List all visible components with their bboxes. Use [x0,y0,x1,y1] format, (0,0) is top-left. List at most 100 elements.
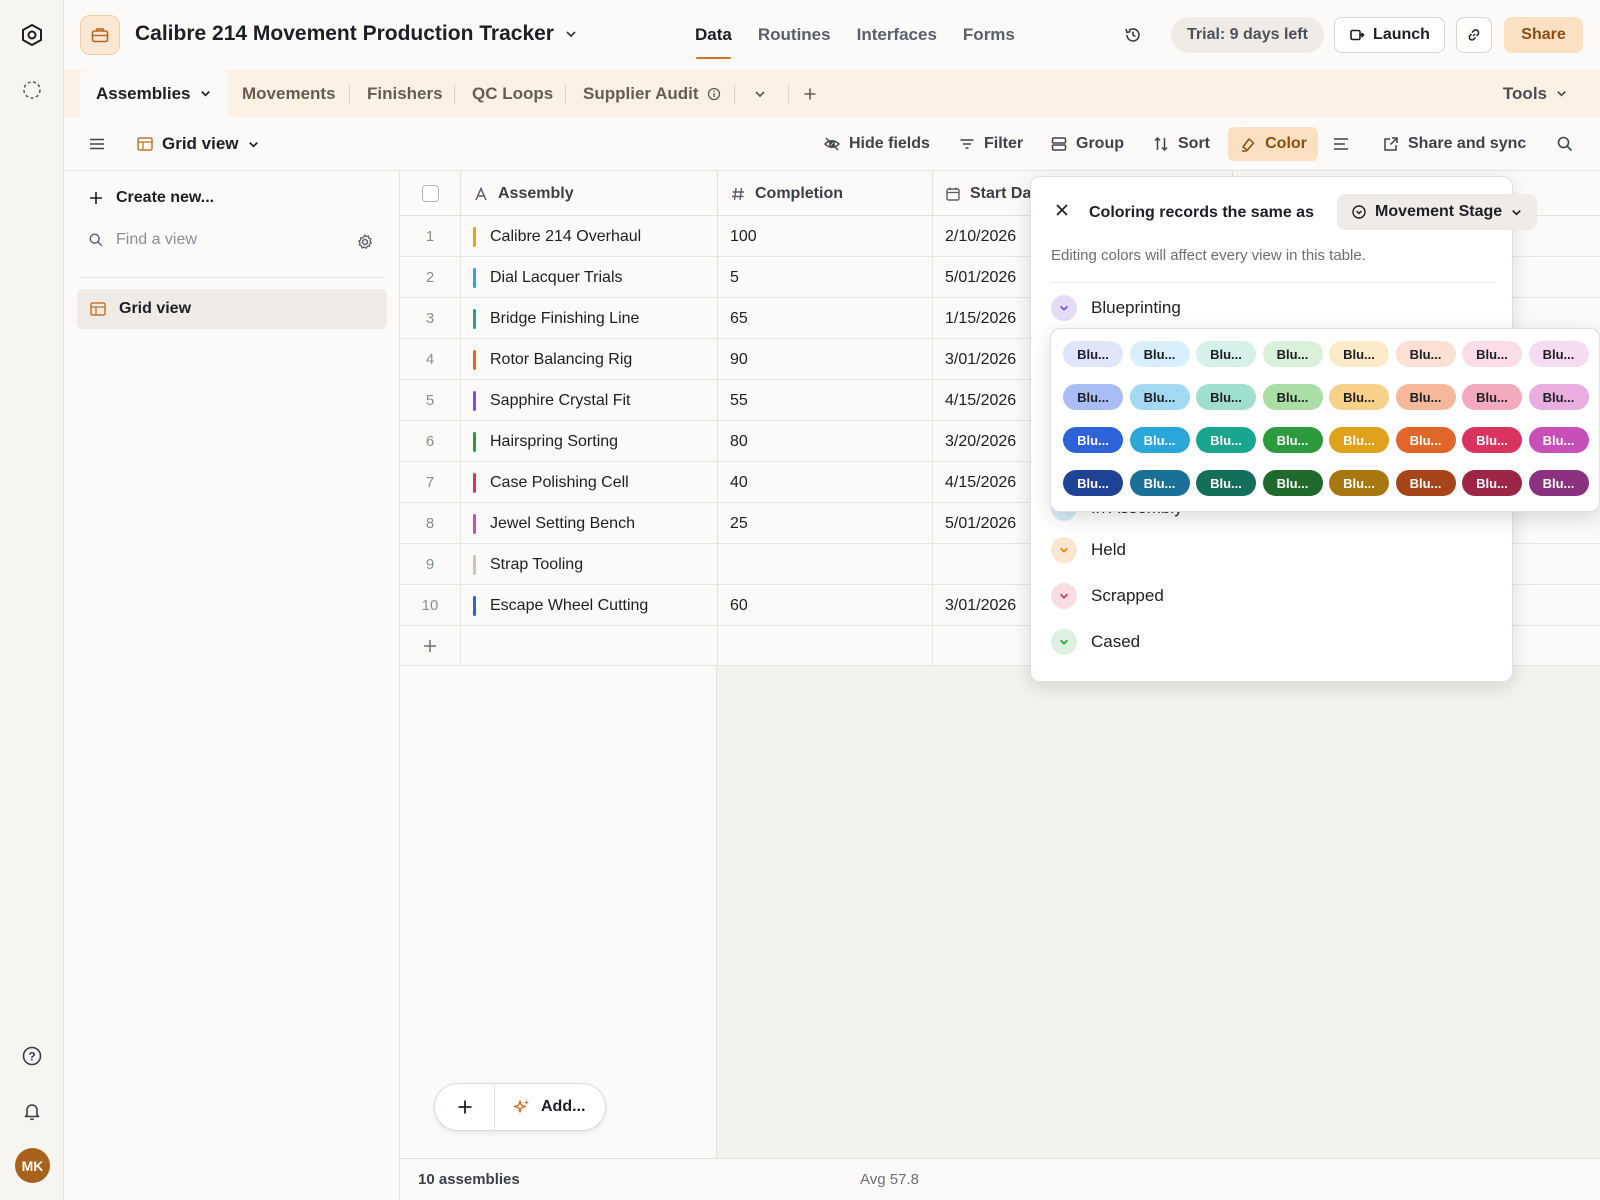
nav-tab-routines[interactable]: Routines [745,0,844,70]
color-chip[interactable]: Blu... [1129,384,1190,410]
select-all-checkbox[interactable] [400,171,461,216]
find-view-input[interactable]: Find a view [88,231,378,249]
color-swatch-chevron-icon[interactable] [1051,583,1077,609]
assembly-cell[interactable]: Rotor Balancing Rig [461,339,718,380]
history-icon[interactable] [1120,22,1146,48]
color-chip[interactable]: Blu... [1528,384,1589,410]
help-icon[interactable]: ? [16,1040,48,1072]
nav-tab-interfaces[interactable]: Interfaces [844,0,950,70]
color-swatch-chevron-icon[interactable] [1051,295,1077,321]
column-header-completion[interactable]: Completion [718,171,933,216]
ai-add-button[interactable]: Add... [495,1098,585,1116]
color-swatch-chevron-icon[interactable] [1051,537,1077,563]
completion-cell[interactable]: 100 [718,216,933,257]
assembly-cell[interactable]: Case Polishing Cell [461,462,718,503]
completion-cell[interactable]: 80 [718,421,933,462]
color-chip[interactable]: Blu... [1063,427,1123,453]
nav-tab-forms[interactable]: Forms [950,0,1028,70]
assembly-cell[interactable]: Sapphire Crystal Fit [461,380,718,421]
color-swatch-chevron-icon[interactable] [1051,629,1077,655]
base-title[interactable]: Calibre 214 Movement Production Tracker [135,22,578,46]
create-new-view-button[interactable]: Create new... [88,189,214,207]
color-chip[interactable]: Blu... [1329,341,1389,367]
color-option-row[interactable]: Cased [1051,629,1140,655]
color-chip[interactable]: Blu... [1262,427,1323,453]
color-button[interactable]: Color [1228,127,1318,161]
gear-icon[interactable] [356,233,374,256]
color-chip[interactable]: Blu... [1395,427,1456,453]
workspace-icon[interactable] [16,74,48,106]
bell-icon[interactable] [16,1095,48,1127]
completion-cell[interactable]: 90 [718,339,933,380]
field-select[interactable]: Movement Stage [1337,194,1537,230]
color-option-row[interactable]: Held [1051,537,1126,563]
color-chip[interactable]: Blu... [1528,427,1589,453]
user-avatar[interactable]: MK [15,1148,50,1183]
plus-icon[interactable] [400,626,461,666]
color-chip[interactable]: Blu... [1063,341,1123,367]
color-chip[interactable]: Blu... [1262,384,1323,410]
color-chip[interactable]: Blu... [1129,341,1190,367]
hide-fields-button[interactable]: Hide fields [823,117,930,171]
color-chip[interactable]: Blu... [1395,470,1456,496]
color-option-row[interactable]: Blueprinting [1051,295,1181,321]
group-button[interactable]: Group [1050,117,1124,171]
completion-cell[interactable]: 40 [718,462,933,503]
close-icon[interactable] [1053,201,1071,219]
color-chip[interactable]: Blu... [1462,341,1522,367]
color-chip[interactable]: Blu... [1196,341,1256,367]
color-chip[interactable]: Blu... [1462,470,1522,496]
add-record-plus-icon[interactable] [435,1083,495,1131]
color-chip[interactable]: Blu... [1129,427,1190,453]
nav-tab-data[interactable]: Data [682,0,745,70]
home-logo-icon[interactable] [16,19,48,51]
color-chip[interactable]: Blu... [1262,470,1323,496]
sort-button[interactable]: Sort [1152,117,1210,171]
completion-cell[interactable]: 60 [718,585,933,626]
add-table-plus-icon[interactable] [802,70,818,117]
copy-link-button[interactable] [1456,17,1492,53]
color-chip[interactable]: Blu... [1329,427,1389,453]
tab-movements[interactable]: Movements [242,70,336,117]
completion-cell[interactable]: 55 [718,380,933,421]
color-chip[interactable]: Blu... [1329,384,1389,410]
trial-badge[interactable]: Trial: 9 days left [1171,17,1324,53]
view-switcher[interactable]: Grid view [136,117,260,171]
color-chip[interactable]: Blu... [1462,427,1522,453]
completion-cell[interactable]: 5 [718,257,933,298]
color-chip[interactable]: Blu... [1329,470,1389,496]
color-chip[interactable]: Blu... [1528,341,1589,367]
color-chip[interactable]: Blu... [1395,384,1456,410]
color-chip[interactable]: Blu... [1528,470,1589,496]
assembly-cell[interactable]: Dial Lacquer Trials [461,257,718,298]
more-tables-chevron-icon[interactable] [753,70,767,117]
share-button[interactable]: Share [1504,17,1583,53]
launch-button[interactable]: Launch [1334,17,1445,53]
color-chip[interactable]: Blu... [1129,470,1190,496]
assembly-cell[interactable]: Strap Tooling [461,544,718,585]
assembly-cell[interactable]: Escape Wheel Cutting [461,585,718,626]
tab-qc-loops[interactable]: QC Loops [472,70,553,117]
column-header-assembly[interactable]: Assembly [461,171,718,216]
color-chip[interactable]: Blu... [1262,341,1323,367]
tab-finishers[interactable]: Finishers [367,70,443,117]
color-chip[interactable]: Blu... [1395,341,1456,367]
color-chip[interactable]: Blu... [1196,470,1256,496]
completion-cell[interactable] [718,544,933,585]
tab-supplier-audit[interactable]: Supplier Audit [583,70,721,117]
assembly-cell[interactable]: Bridge Finishing Line [461,298,718,339]
tab-assemblies[interactable]: Assemblies [80,70,228,117]
assembly-cell[interactable]: Hairspring Sorting [461,421,718,462]
color-chip[interactable]: Blu... [1196,427,1256,453]
color-chip[interactable]: Blu... [1063,384,1123,410]
color-option-row[interactable]: Scrapped [1051,583,1164,609]
color-chip[interactable]: Blu... [1196,384,1256,410]
sidebar-item-grid-view[interactable]: Grid view [77,289,387,329]
completion-cell[interactable]: 65 [718,298,933,339]
row-height-icon[interactable] [1332,117,1350,171]
completion-cell[interactable]: 25 [718,503,933,544]
tools-menu[interactable]: Tools [1503,70,1568,117]
filter-button[interactable]: Filter [958,117,1023,171]
assembly-cell[interactable]: Jewel Setting Bench [461,503,718,544]
hamburger-menu-icon[interactable] [88,117,106,171]
